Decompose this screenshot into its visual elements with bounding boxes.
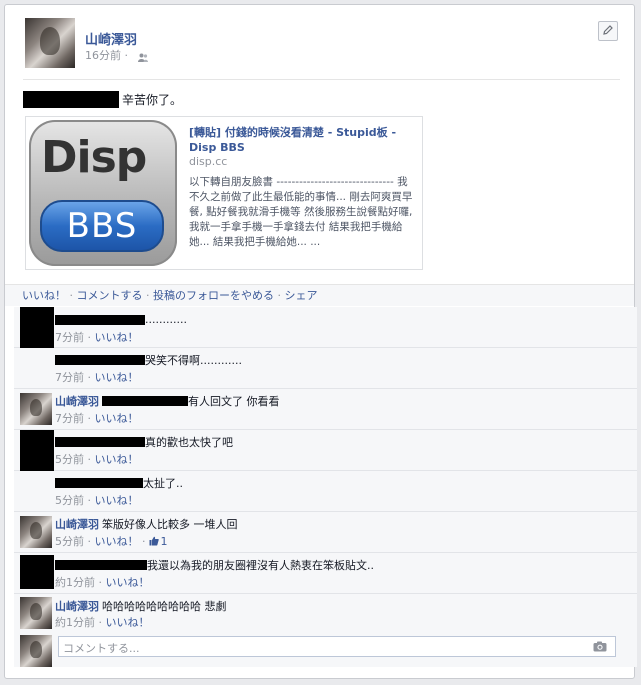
edit-post-button[interactable] [598,21,618,41]
comment-body: 山崎澤羽 笨版好像人比較多 一堆人回 [55,516,238,532]
comment-like-link[interactable]: いいね！ [95,371,139,384]
disp-bbs-logo: Disp BBS [29,120,177,266]
author-avatar[interactable] [25,18,75,68]
redacted-name [55,478,143,488]
comment-like-count[interactable]: 1 [161,535,168,548]
commenter-avatar[interactable] [20,393,52,425]
comment-meta: 約1分前 · いいね！ [55,616,150,629]
comment-composer: コメントする... [14,630,637,667]
comment-like-link[interactable]: いいね！ [106,616,150,629]
comment-item: 真的歡也太快了吧 5分前 · いいね！ [14,430,637,507]
comment-like-link[interactable]: いいね！ [95,535,139,548]
comment-time[interactable]: 7分前 [55,331,84,344]
comment-meta: 7分前 · いいね！ [55,331,139,344]
commenter-avatar[interactable] [20,516,52,548]
comment-text: 我還以為我的朋友圈裡沒有人熱衷在笨板貼文.. [147,559,374,572]
comment-item: 哭笑不得啊............ 7分前 · いいね！ [14,348,637,389]
redacted-mention [23,91,119,108]
commenter-name[interactable]: 山崎澤羽 [55,598,99,614]
comment-text: 有人回文了 你看看 [188,395,280,408]
commenter-name[interactable]: 山崎澤羽 [55,516,99,532]
comment-meta: 7分前 · いいね！ [55,412,139,425]
like-link[interactable]: いいね！ [22,289,66,302]
redacted-name [55,560,147,570]
post-message: 辛苦你了。 [23,91,182,108]
post-time[interactable]: 16分前 [85,49,121,62]
comment-body: 我還以為我的朋友圈裡沒有人熱衷在笨板貼文.. [55,557,374,573]
logo-text-bbs: BBS [66,206,138,246]
comment-text: 哈哈哈哈哈哈哈哈哈 悲劇 [102,600,227,613]
comment-like-link[interactable]: いいね！ [95,494,139,507]
commenter-avatar-redacted[interactable] [20,555,54,589]
meta-separator: · [124,49,129,62]
comment-time[interactable]: 7分前 [55,412,84,425]
comment-body: 山崎澤羽 有人回文了 你看看 [55,393,280,409]
action-sep: · [274,289,285,302]
comment-time[interactable]: 5分前 [55,453,84,466]
comment-text: 太扯了.. [143,477,183,490]
comment-text: 哭笑不得啊............ [145,354,242,367]
post-meta: 16分前 · [85,47,148,63]
comment-meta: 5分前 · いいね！ [55,494,139,507]
comment-item: 山崎澤羽 哈哈哈哈哈哈哈哈哈 悲劇 約1分前 · いいね！ [14,594,637,632]
header-divider [23,79,620,80]
commenter-avatar[interactable] [20,597,52,629]
comment-item: 太扯了.. 5分前 · いいね！ [14,471,637,512]
comment-meta: 約1分前 · いいね！ [55,576,150,589]
comment-body: 哭笑不得啊............ [55,352,242,368]
comment-item: 山崎澤羽 有人回文了 你看看 7分前 · いいね！ [14,389,637,430]
comment-body: ............ [55,313,187,326]
comment-meta: 5分前 · いいね！ [55,453,139,466]
link-domain: disp.cc [189,155,228,168]
comment-link[interactable]: コメントする [77,289,143,302]
comment-text: 真的歡也太快了吧 [145,436,233,449]
comment-time[interactable]: 7分前 [55,371,84,384]
comment-like-link[interactable]: いいね！ [95,331,139,344]
comment-time[interactable]: 5分前 [55,535,84,548]
redacted-name [55,355,145,365]
comment-item: 我還以為我的朋友圈裡沒有人熱衷在笨板貼文.. 約1分前 · いいね！ [14,553,637,594]
comment-time[interactable]: 約1分前 [55,616,95,629]
comment-like-link[interactable]: いいね！ [95,453,139,466]
redacted-name [55,314,145,325]
comment-text: ............ [145,313,187,326]
post-actions-bar: いいね！ · コメントする · 投稿のフォローをやめる · シェア [5,284,634,306]
comment-meta: 5分前 · いいね！ · 1 [55,535,168,549]
comment-body: 真的歡也太快了吧 [55,434,233,450]
unfollow-post-link[interactable]: 投稿のフォローをやめる [153,289,274,302]
comment-input-placeholder: コメントする... [63,642,140,655]
share-link[interactable]: シェア [285,289,318,302]
comment-meta: 7分前 · いいね！ [55,371,139,384]
post-text: 辛苦你了。 [122,93,183,107]
thumbs-up-icon[interactable] [149,536,159,549]
comment-input[interactable]: コメントする... [58,636,616,657]
action-sep: · [66,289,77,302]
link-title[interactable]: [轉貼] 付錢的時候沒看清楚 - Stupid板 - Disp BBS [189,125,414,155]
link-description: 以下轉自朋友臉書 -------------------------------… [189,176,413,248]
redacted-name [55,437,145,447]
redacted-mention [102,396,188,406]
comment-item: 山崎澤羽 笨版好像人比較多 一堆人回 5分前 · いいね！ · 1 [14,512,637,553]
comment-text: 笨版好像人比較多 一堆人回 [102,518,238,531]
pencil-icon [603,24,613,38]
logo-text-disp: Disp [41,132,147,183]
action-sep: · [142,289,153,302]
comment-like-link[interactable]: いいね！ [106,576,150,589]
link-thumbnail[interactable]: Disp BBS [26,117,180,269]
logo-bbs-pill: BBS [40,200,164,252]
commenter-name[interactable]: 山崎澤羽 [55,393,99,409]
post-author-name[interactable]: 山崎澤羽 [85,29,137,48]
comment-like-link[interactable]: いいね！ [95,412,139,425]
camera-icon[interactable] [593,641,607,655]
link-preview-card[interactable]: Disp BBS [轉貼] 付錢的時候沒看清楚 - Stupid板 - Disp… [25,116,423,270]
comment-time[interactable]: 5分前 [55,494,84,507]
composer-avatar [20,635,52,667]
comment-time[interactable]: 約1分前 [55,576,95,589]
comment-item: ............ 7分前 · いいね！ [14,307,637,389]
comment-body: 山崎澤羽 哈哈哈哈哈哈哈哈哈 悲劇 [55,598,227,614]
friends-audience-icon[interactable] [137,52,148,62]
comment-body: 太扯了.. [55,475,183,491]
